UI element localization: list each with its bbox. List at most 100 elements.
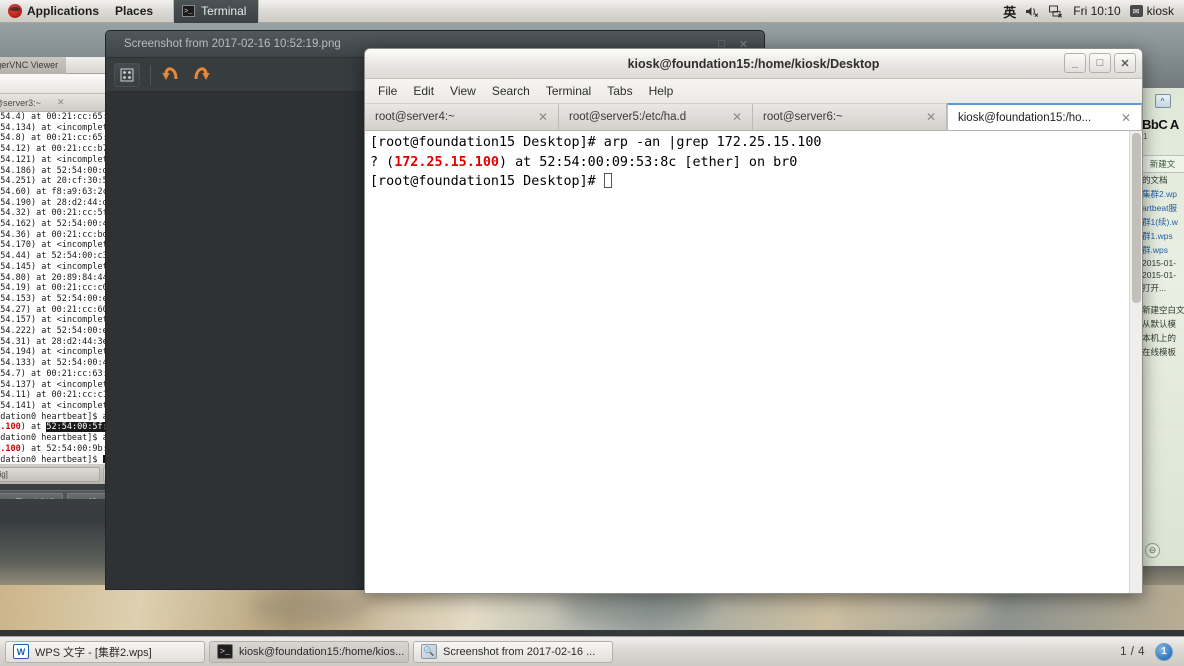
terminal-title: kiosk@foundation15:/home/kiosk/Desktop — [627, 56, 880, 71]
vnc-result-ip: 172.25.0.100 — [0, 422, 21, 433]
wps-template-item[interactable]: 新建空白文 — [1141, 303, 1184, 317]
terminal-output-area[interactable]: [root@foundation15 Desktop]# arp -an |gr… — [365, 131, 1142, 593]
close-icon: ✕ — [56, 97, 65, 107]
close-icon[interactable]: ✕ — [926, 110, 936, 124]
wps-recent-item[interactable]: 2015-01- — [1141, 257, 1184, 269]
redhat-logo-icon — [8, 4, 22, 18]
vnc-task-label: [VNC config] — [0, 469, 8, 479]
terminal-result-line: ? (172.25.15.100) at 52:54:00:09:53:8c [… — [370, 153, 1142, 173]
vnc-window-list-label: TigerVNC Viewer — [0, 60, 59, 70]
terminal-prompt-line: [root@foundation15 Desktop]# — [370, 172, 1142, 192]
places-menu-label: Places — [115, 4, 154, 18]
wps-recent-item[interactable]: 打开... — [1141, 281, 1184, 295]
terminal-scrollbar[interactable] — [1129, 131, 1142, 593]
workspace-page-indicator: 1 / 4 — [1120, 645, 1145, 658]
wps-template-links: 新建空白文 从默认模 本机上的 在线模板 — [1141, 303, 1184, 359]
menu-tabs[interactable]: Tabs — [600, 82, 639, 100]
vnc-prompt-text: [kiosk@foundation0 heartbeat]$ — [0, 454, 98, 465]
maximize-button[interactable]: □ — [1089, 53, 1111, 73]
wps-tab-new-document[interactable]: 新建文 — [1141, 155, 1184, 173]
rotate-right-button[interactable] — [191, 61, 211, 88]
wps-template-item[interactable]: 本机上的 — [1141, 331, 1184, 345]
wps-office-window-edge[interactable]: ^ BbC A 1 新建文 的文档 集群2.wp artbeat服 群1(续).w 群1… — [1140, 88, 1184, 566]
tab-kiosk-foundation15[interactable]: kiosk@foundation15:/ho... ✕ — [947, 103, 1142, 130]
wps-template-item[interactable]: 从默认模 — [1141, 317, 1184, 331]
vnc-task-vnc-config: [VNC config] — [0, 466, 100, 482]
wps-recent-item[interactable]: artbeat服 — [1141, 201, 1184, 215]
wps-recent-item[interactable]: 2015-01- — [1141, 269, 1184, 281]
places-menu[interactable]: Places — [107, 0, 161, 23]
tab-label: root@server5:/etc/ha.d — [569, 111, 687, 123]
wps-recent-item[interactable]: 群1(续).w — [1141, 215, 1184, 229]
applications-menu[interactable]: Applications — [0, 0, 107, 23]
menu-edit[interactable]: Edit — [406, 82, 441, 100]
wps-recent-item[interactable]: 集群2.wp — [1141, 187, 1184, 201]
collapse-ribbon-icon[interactable]: ^ — [1154, 94, 1171, 108]
wps-recent-item[interactable]: 群1.wps — [1141, 229, 1184, 243]
rotate-clockwise-icon — [194, 67, 210, 80]
tab-label: kiosk@foundation15:/ho... — [958, 111, 1092, 124]
terminal-window-controls: _ □ ✕ — [1064, 53, 1136, 73]
taskbar-item-label: Screenshot from 2017-02-16 ... — [443, 645, 596, 658]
close-icon[interactable]: ✕ — [1121, 111, 1131, 125]
clock[interactable]: Fri 10:10 — [1073, 4, 1120, 18]
ime-label: 英 — [1003, 4, 1017, 20]
terminal-tabbar: root@server4:~ ✕ root@server5:/etc/ha.d … — [365, 103, 1142, 131]
volume-muted-icon[interactable] — [1025, 5, 1040, 18]
taskbar-item-label: kiosk@foundation15:/home/kios... — [239, 645, 405, 658]
result-prefix: ? ( — [370, 154, 395, 170]
terminal-icon: >_ — [217, 644, 233, 659]
user-menu[interactable]: ✉ kiosk — [1129, 4, 1174, 18]
wps-recent-item[interactable]: 的文档 — [1141, 173, 1184, 187]
bottom-panel-right: 1 / 4 1 — [1120, 642, 1179, 661]
menu-help[interactable]: Help — [642, 82, 681, 100]
menu-file[interactable]: File — [371, 82, 404, 100]
menu-terminal[interactable]: Terminal — [539, 82, 598, 100]
terminal-window[interactable]: kiosk@foundation15:/home/kiosk/Desktop _… — [364, 48, 1143, 594]
top-panel-tray: 英 Fri 10:10 ✉ kiosk — [1003, 2, 1184, 21]
tab-root-server6[interactable]: root@server6:~ ✕ — [753, 104, 947, 130]
rotate-left-button[interactable] — [161, 61, 181, 88]
result-ip: 172.25.15.100 — [394, 154, 499, 170]
window-list-item-terminal[interactable]: >_ Terminal — [173, 0, 260, 23]
wps-recent-documents: 的文档 集群2.wp artbeat服 群1(续).w 群1.wps 群.wps 2015-… — [1141, 173, 1184, 295]
terminal-titlebar[interactable]: kiosk@foundation15:/home/kiosk/Desktop _… — [365, 49, 1142, 79]
applications-menu-label: Applications — [27, 4, 100, 18]
tab-root-server5[interactable]: root@server5:/etc/ha.d ✕ — [559, 104, 753, 130]
result-suffix: ) at 52:54:00:09:53:8c [ether] on br0 — [499, 154, 798, 170]
menu-view[interactable]: View — [443, 82, 483, 100]
tab-root-server4[interactable]: root@server4:~ ✕ — [365, 104, 559, 130]
taskbar-item-screenshot[interactable]: 🔍 Screenshot from 2017-02-16 ... — [413, 640, 613, 663]
close-button[interactable]: ✕ — [1114, 53, 1136, 73]
input-method-indicator[interactable]: 英 — [1003, 2, 1016, 21]
taskbar-item-wps[interactable]: W WPS 文字 - [集群2.wps] — [5, 640, 205, 663]
vnc-host-task-label: westos - TigerVNC — [0, 497, 55, 500]
rotate-counterclockwise-icon — [162, 67, 178, 80]
wps-template-item[interactable]: 在线模板 — [1141, 345, 1184, 359]
wps-icon: W — [13, 644, 29, 659]
vnc-result-mid: ) at — [20, 422, 47, 433]
close-icon[interactable]: ✕ — [732, 110, 742, 124]
workspace-switcher[interactable]: 1 — [1155, 642, 1173, 661]
menu-search[interactable]: Search — [485, 82, 537, 100]
terminal-cursor — [603, 173, 612, 188]
vnc-host-task-tigervnc: westos - TigerVNC — [0, 493, 63, 499]
network-disconnected-icon[interactable] — [1049, 5, 1064, 18]
taskbar-item-terminal[interactable]: >_ kiosk@foundation15:/home/kios... — [209, 640, 409, 663]
vnc-tab-server3: root@server3:~ ✕ — [0, 94, 101, 112]
window-list-item-label: Terminal — [201, 4, 247, 18]
wps-zoom-out-icon[interactable]: ⊖ — [1145, 543, 1160, 558]
bottom-panel: W WPS 文字 - [集群2.wps] >_ kiosk@foundation… — [0, 636, 1184, 666]
wps-recent-item[interactable]: 群.wps — [1141, 243, 1184, 257]
minimize-button[interactable]: _ — [1064, 53, 1086, 73]
terminal-command-line: [root@foundation15 Desktop]# arp -an |gr… — [370, 135, 822, 150]
fit-image-button[interactable] — [114, 62, 140, 87]
font-size-value: 1 — [1143, 132, 1148, 141]
terminal-scrollbar-thumb[interactable] — [1132, 133, 1141, 303]
image-viewer-icon: 🔍 — [421, 644, 437, 659]
user-icon: ✉ — [1129, 5, 1143, 17]
close-icon[interactable]: ✕ — [538, 110, 548, 124]
terminal-menubar: File Edit View Search Terminal Tabs Help — [365, 79, 1142, 104]
taskbar-item-label: WPS 文字 - [集群2.wps] — [35, 646, 152, 659]
